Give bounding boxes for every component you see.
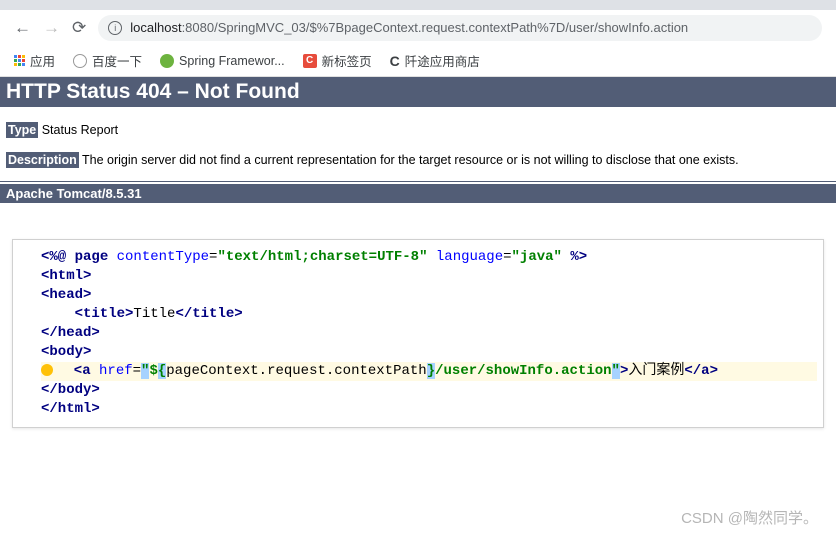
code-editor: <%@ page contentType="text/html;charset=… [12, 239, 824, 428]
error-desc-line: Description The origin server did not fi… [0, 153, 836, 167]
watermark: CSDN @陶然同学。 [681, 507, 818, 528]
code-line: <head> [41, 286, 817, 305]
code-line: </html> [41, 400, 817, 419]
address-bar[interactable]: i localhost:8080/SpringMVC_03/$%7BpageCo… [98, 15, 822, 41]
error-page: HTTP Status 404 – Not Found Type Status … [0, 77, 836, 203]
forward-button[interactable]: → [43, 18, 60, 38]
code-line-highlighted: <a href="${pageContext.request.contextPa… [41, 362, 817, 381]
divider [0, 181, 836, 182]
code-line: <title>Title</title> [41, 305, 817, 324]
error-type-line: Type Status Report [0, 123, 836, 137]
code-line: </head> [41, 324, 817, 343]
site-info-icon[interactable]: i [108, 21, 122, 35]
error-title: HTTP Status 404 – Not Found [0, 77, 836, 107]
reload-button[interactable]: ⟳ [72, 18, 86, 38]
back-button[interactable]: ← [14, 18, 31, 38]
bookmarks-bar: 应用 百度一下 Spring Framewor... C 新标签页 C 阡途应用… [0, 45, 836, 77]
spring-icon [160, 54, 174, 68]
apps-button[interactable]: 应用 [14, 51, 55, 70]
editor-area[interactable]: <%@ page contentType="text/html;charset=… [13, 240, 823, 427]
bookmark-shop[interactable]: C 阡途应用商店 [390, 51, 480, 70]
address-bar-row: ← → ⟳ i localhost:8080/SpringMVC_03/$%7B… [0, 10, 836, 45]
code-line: <html> [41, 267, 817, 286]
code-line: <%@ page contentType="text/html;charset=… [41, 248, 817, 267]
shop-icon: C [390, 53, 400, 69]
bookmark-newtab[interactable]: C 新标签页 [303, 51, 372, 70]
apps-icon [14, 55, 25, 66]
bookmark-baidu[interactable]: 百度一下 [73, 51, 142, 70]
bookmark-spring[interactable]: Spring Framewor... [160, 54, 285, 68]
code-line: </body> [41, 381, 817, 400]
baidu-icon [73, 54, 87, 68]
code-line: <body> [41, 343, 817, 362]
c-icon: C [303, 54, 317, 68]
desc-label: Description [6, 152, 79, 168]
type-label: Type [6, 122, 38, 138]
server-info: Apache Tomcat/8.5.31 [0, 184, 836, 203]
apps-label: 应用 [30, 51, 55, 70]
bulb-icon[interactable] [41, 364, 53, 376]
url-text: localhost:8080/SpringMVC_03/$%7BpageCont… [130, 20, 688, 35]
browser-tabs [0, 0, 836, 10]
